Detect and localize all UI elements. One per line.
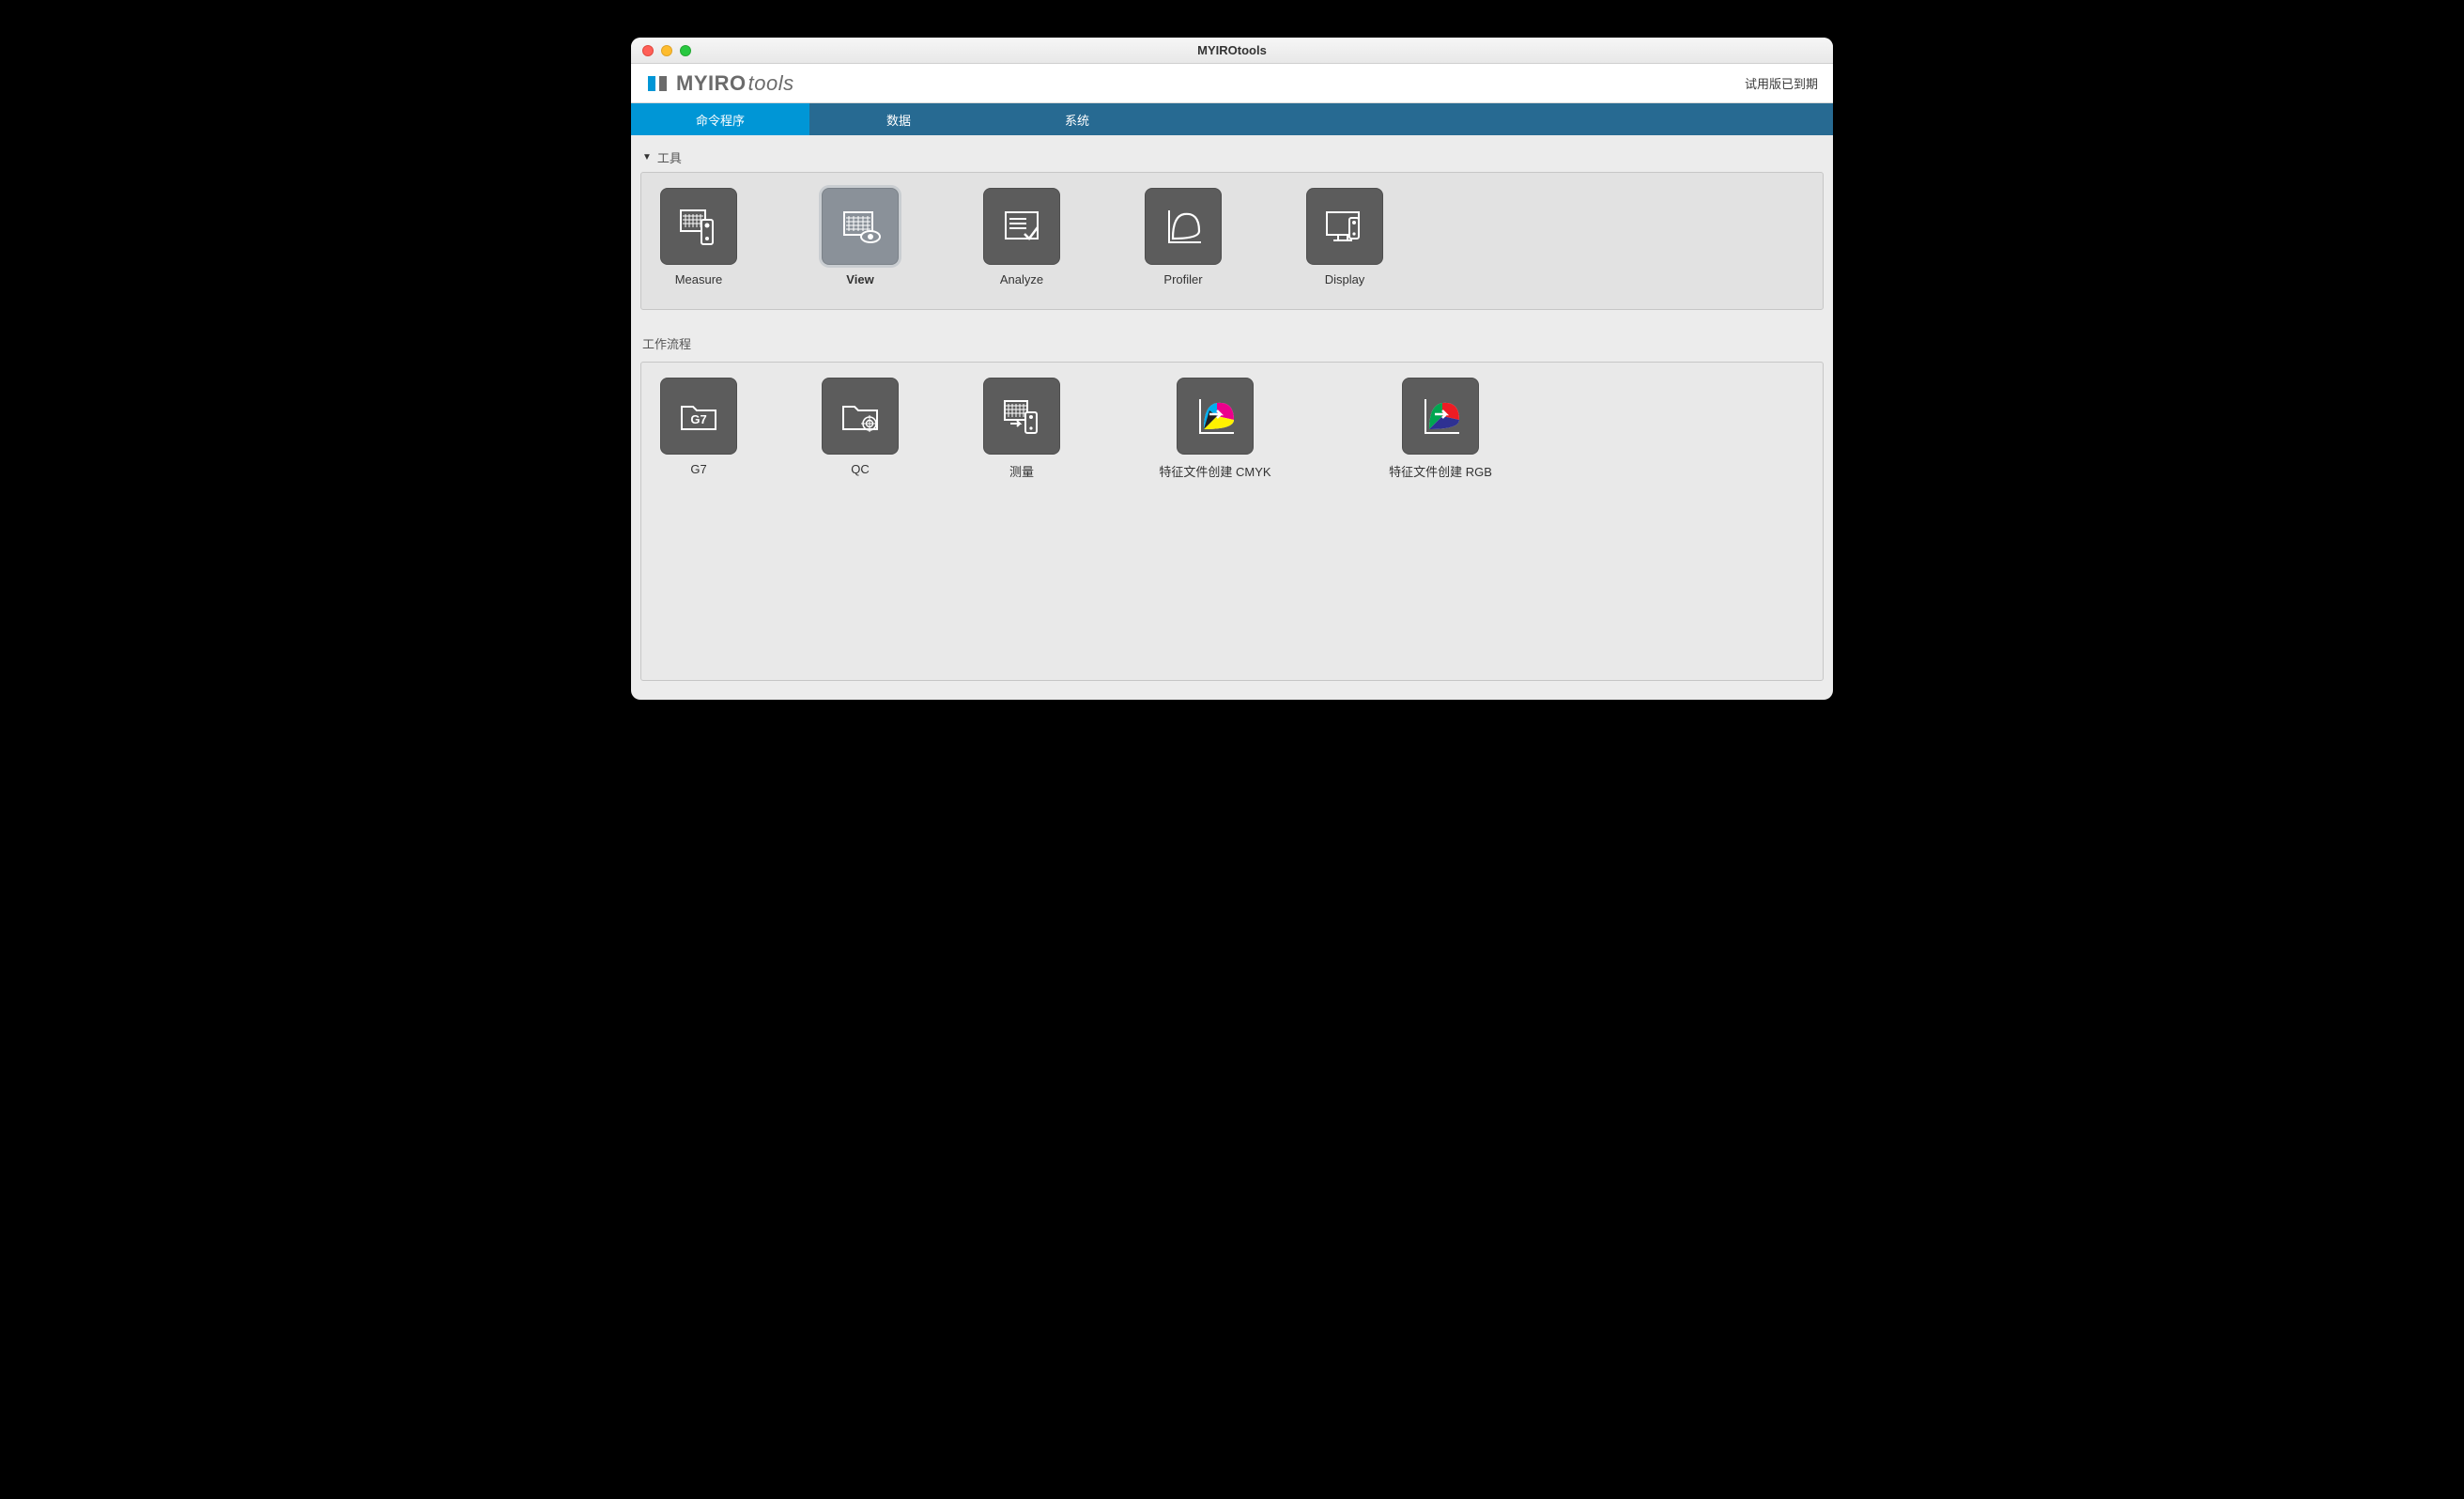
- tools-section-title: 工具: [657, 148, 682, 166]
- profile-cmyk-icon: [1177, 378, 1254, 455]
- tool-view-label: View: [846, 272, 873, 286]
- display-icon: [1306, 188, 1383, 265]
- tool-display-label: Display: [1325, 272, 1365, 286]
- tab-system[interactable]: 系统: [988, 103, 1166, 135]
- tool-analyze-label: Analyze: [1000, 272, 1043, 286]
- brand-logo: MYIROtools: [646, 71, 794, 96]
- profiler-icon: [1145, 188, 1222, 265]
- traffic-lights: [631, 45, 691, 56]
- window-title: MYIROtools: [631, 43, 1833, 57]
- tools-panel: Measure: [640, 172, 1824, 310]
- workflow-qc[interactable]: QC: [822, 378, 899, 476]
- minimize-button[interactable]: [661, 45, 672, 56]
- tool-profiler-label: Profiler: [1163, 272, 1202, 286]
- workflow-measure[interactable]: 测量: [983, 378, 1060, 480]
- workflow-g7[interactable]: G7 G7: [660, 378, 737, 476]
- tool-analyze[interactable]: Analyze: [983, 188, 1060, 286]
- disclosure-triangle-icon: ▼: [642, 152, 652, 162]
- workflow-profile-rgb[interactable]: 特征文件创建 RGB: [1370, 378, 1511, 480]
- tool-profiler[interactable]: Profiler: [1145, 188, 1222, 286]
- tool-measure[interactable]: Measure: [660, 188, 737, 286]
- profile-rgb-icon: [1402, 378, 1479, 455]
- brand-mark-icon: [646, 72, 669, 95]
- svg-text:G7: G7: [690, 412, 706, 426]
- main-tabs: 命令程序 数据 系统: [631, 103, 1833, 135]
- content-area: ▼ 工具: [631, 135, 1833, 700]
- tool-display[interactable]: Display: [1306, 188, 1383, 286]
- analyze-icon: [983, 188, 1060, 265]
- maximize-button[interactable]: [680, 45, 691, 56]
- workflow-qc-label: QC: [851, 462, 870, 476]
- workflow-profile-rgb-label: 特征文件创建 RGB: [1389, 462, 1492, 480]
- app-window: MYIROtools MYIROtools 试用版已到期 命令程序 数据 系统 …: [631, 38, 1833, 700]
- g7-folder-icon: G7: [660, 378, 737, 455]
- workflow-measure-icon: [983, 378, 1060, 455]
- tools-section-header[interactable]: ▼ 工具: [640, 143, 1824, 172]
- brand-bar: MYIROtools 试用版已到期: [631, 64, 1833, 103]
- tool-view[interactable]: View: [822, 188, 899, 286]
- measure-icon: [660, 188, 737, 265]
- tool-measure-label: Measure: [675, 272, 723, 286]
- workflow-profile-cmyk[interactable]: 特征文件创建 CMYK: [1145, 378, 1286, 480]
- tab-programs[interactable]: 命令程序: [631, 103, 809, 135]
- close-button[interactable]: [642, 45, 654, 56]
- workflow-panel: G7 G7 QC: [640, 362, 1824, 681]
- workflow-g7-label: G7: [690, 462, 706, 476]
- view-icon: [822, 188, 899, 265]
- workflow-section-title: 工作流程: [642, 334, 1822, 352]
- titlebar: MYIROtools: [631, 38, 1833, 64]
- license-status: 试用版已到期: [1745, 74, 1818, 92]
- tab-data[interactable]: 数据: [809, 103, 988, 135]
- qc-folder-icon: [822, 378, 899, 455]
- workflow-measure-label: 测量: [1009, 462, 1034, 480]
- brand-text: MYIROtools: [676, 71, 794, 96]
- workflow-profile-cmyk-label: 特征文件创建 CMYK: [1159, 462, 1270, 480]
